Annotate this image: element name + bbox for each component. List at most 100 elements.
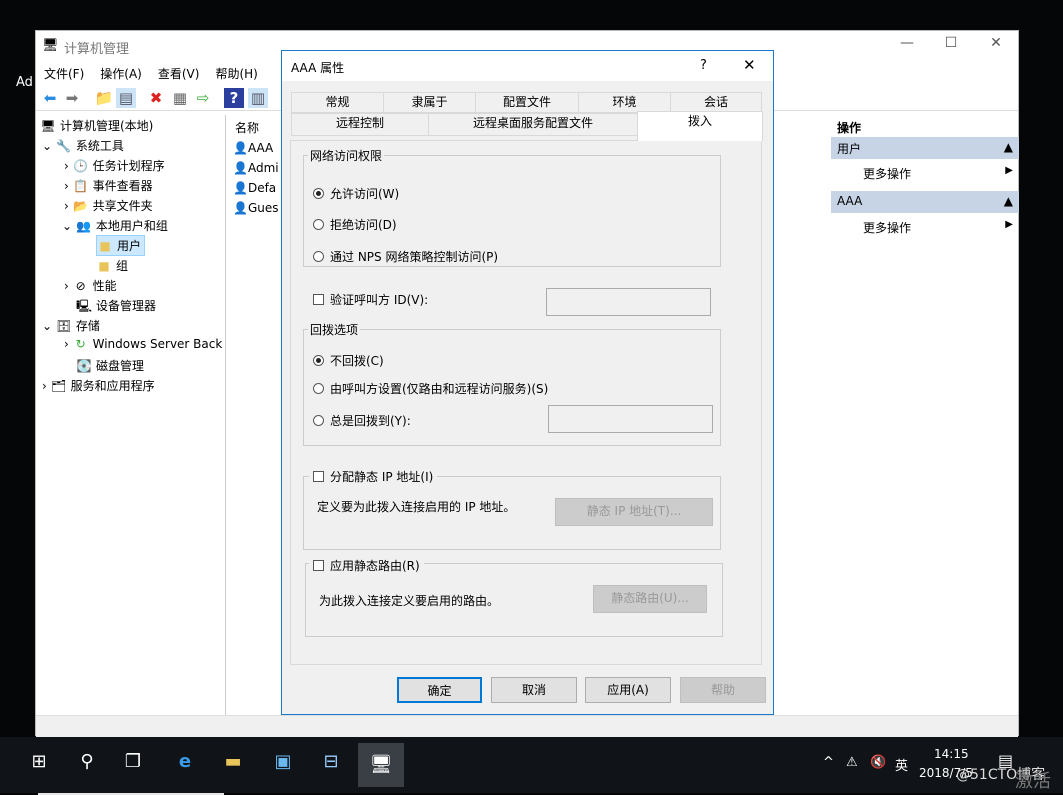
tree-item-event-viewer[interactable]: › 📋 事件查看器 [64,177,153,194]
tree-item-services-apps[interactable]: › 🗂 服务和应用程序 [42,377,155,394]
tree-item-task-scheduler[interactable]: › 🕒 任务计划程序 [64,157,165,174]
properties-icon[interactable]: ▦ [170,88,190,108]
menu-action[interactable]: 操作(A) [92,63,150,84]
search-icon[interactable]: ⚲ [74,751,100,777]
radio-caller-set[interactable]: 由呼叫方设置(仅路由和远程访问服务)(S) [313,380,548,397]
tab-rds-profile[interactable]: 远程桌面服务配置文件 [428,113,638,136]
action-label: 更多操作 [863,221,912,235]
list-item[interactable]: 👤Defa [233,181,276,195]
clock-time[interactable]: 14:15 [934,747,969,761]
static-ip-checkbox[interactable]: 分配静态 IP 地址(I) [309,468,438,485]
start-windows-icon[interactable]: ⊞ [26,751,52,777]
radio-indicator [313,355,324,366]
task-view-icon[interactable]: ❐ [120,751,146,777]
static-route-button[interactable]: 静态路由(U)... [593,585,707,613]
tree-item-groups[interactable]: ■ 组 [96,257,128,274]
properties-dialog: AAA 属性 ? ✕ 常规 隶属于 配置文件 环境 会话 远程控制 远程桌面服务… [281,50,774,715]
callback-number-input[interactable] [548,405,713,433]
caller-id-input[interactable] [546,288,711,316]
notifications-icon[interactable]: ▤ [998,751,1013,770]
dialog-title-bar: AAA 属性 ? ✕ [282,51,773,81]
tree-item-computer-management[interactable]: 🖥 计算机管理(本地) [40,117,153,134]
tree-item-windows-server-backup[interactable]: › ↻ Windows Server Back [64,337,222,351]
export-icon[interactable]: ⇨ [193,88,213,108]
tab-dial-in[interactable]: 拨入 [637,111,763,141]
static-ip-button[interactable]: 静态 IP 地址(T)... [555,498,713,526]
tab-member-of[interactable]: 隶属于 [383,92,476,113]
tree-label: 共享文件夹 [92,199,153,213]
show-hide-tree-icon[interactable]: ▤ [116,88,136,108]
tree-label: 用户 [117,239,142,253]
column-header-name[interactable]: 名称 [235,119,259,136]
radio-label: 总是回拨到(Y): [330,414,411,428]
help-button[interactable]: ? [700,58,707,73]
tab-sessions[interactable]: 会话 [670,92,762,113]
menu-file[interactable]: 文件(F) [36,63,92,84]
user-list: 名称 👤AAA 👤Admi 👤Defa 👤Gues [229,115,284,715]
menu-view[interactable]: 查看(V) [150,63,208,84]
desktop-icon-label[interactable]: Ad [16,75,33,90]
tree-label: 存储 [75,319,100,333]
action-group-users[interactable]: 用户 ▲ [831,137,1019,159]
tab-environment[interactable]: 环境 [578,92,671,113]
radio-no-callback[interactable]: 不回拨(C) [313,352,384,369]
collapse-icon[interactable]: ▲ [1004,194,1013,208]
back-icon[interactable]: ⬅ [40,88,60,108]
clock-icon: 🕒 [73,159,89,173]
maximize-button[interactable]: ☐ [936,35,966,57]
close-button[interactable]: ✕ [981,35,1011,57]
actions-header: 操作 [837,121,862,135]
delete-icon[interactable]: ✖ [146,88,166,108]
tree-item-device-manager[interactable]: 🖳 设备管理器 [76,297,156,318]
tab-general[interactable]: 常规 [291,92,384,113]
show-hide-action-pane-icon[interactable]: ▥ [248,88,268,108]
up-folder-icon[interactable]: 📁 [94,88,114,108]
show-hidden-icons-chevron-icon[interactable]: ^ [823,755,834,770]
list-item[interactable]: 👤Gues [233,201,279,215]
tab-profile[interactable]: 配置文件 [475,92,579,113]
volume-muted-icon[interactable]: 🔇 [870,755,886,770]
radio-deny-access[interactable]: 拒绝访问(D) [313,216,397,233]
more-actions-users[interactable]: 更多操作 ▶ [863,165,1013,182]
tree-item-performance[interactable]: › ⊘ 性能 [64,277,117,294]
forward-icon[interactable]: ➡ [62,88,82,108]
more-actions-aaa[interactable]: 更多操作 ▶ [863,219,1013,236]
cancel-button[interactable]: 取消 [491,677,577,703]
tree-item-local-users-groups[interactable]: ⌄ 👥 本地用户和组 [62,217,168,234]
close-button[interactable]: ✕ [743,56,756,74]
ok-button[interactable]: 确定 [397,677,482,703]
network-warning-icon[interactable]: ⚠ [846,755,858,770]
action-group-aaa[interactable]: AAA ▲ [831,191,1019,213]
help-icon[interactable]: ? [224,88,244,108]
static-route-checkbox[interactable]: 应用静态路由(R) [309,557,424,574]
list-item[interactable]: 👤AAA [233,141,273,155]
tree-item-disk-management[interactable]: 💽 磁盘管理 [76,357,145,374]
ime-indicator[interactable]: 英 [895,755,908,774]
group-title: AAA [837,194,863,208]
minimize-button[interactable]: — [892,35,922,57]
network-app-icon[interactable]: ⊟ [318,751,344,777]
dial-in-tab-page: 网络访问权限 允许访问(W) 拒绝访问(D) 通过 NPS 网络策略控制访问(P… [290,140,762,665]
tree-item-system-tools[interactable]: ⌄ 🔧 系统工具 [42,137,124,154]
list-item[interactable]: 👤Admi [233,161,279,175]
tree-label: 组 [116,259,129,273]
radio-indicator [313,188,324,199]
tree-item-storage[interactable]: ⌄ 🗄 存储 [42,317,100,334]
radio-nps-control[interactable]: 通过 NPS 网络策略控制访问(P) [313,248,498,265]
internet-explorer-icon[interactable]: e [172,751,198,777]
apply-button[interactable]: 应用(A) [585,677,671,703]
radio-always-callback[interactable]: 总是回拨到(Y): [313,412,411,429]
help-dialog-button[interactable]: 帮助 [680,677,766,703]
menu-bar: 文件(F) 操作(A) 查看(V) 帮助(H) [36,63,266,85]
verify-caller-checkbox[interactable]: 验证呼叫方 ID(V): [313,291,428,308]
file-explorer-icon[interactable]: ▬ [220,751,246,777]
computer-management-taskbar-icon[interactable]: 🖥 [358,743,404,787]
tab-remote-control[interactable]: 远程控制 [291,113,429,136]
tree-item-shared-folders[interactable]: › 📂 共享文件夹 [64,197,153,214]
tree-item-users[interactable]: ■ 用户 [96,235,146,256]
collapse-icon[interactable]: ▲ [1004,140,1013,154]
menu-help[interactable]: 帮助(H) [207,63,265,84]
server-manager-icon[interactable]: ▣ [270,751,296,777]
radio-allow-access[interactable]: 允许访问(W) [313,185,399,202]
performance-icon: ⊘ [75,279,86,293]
